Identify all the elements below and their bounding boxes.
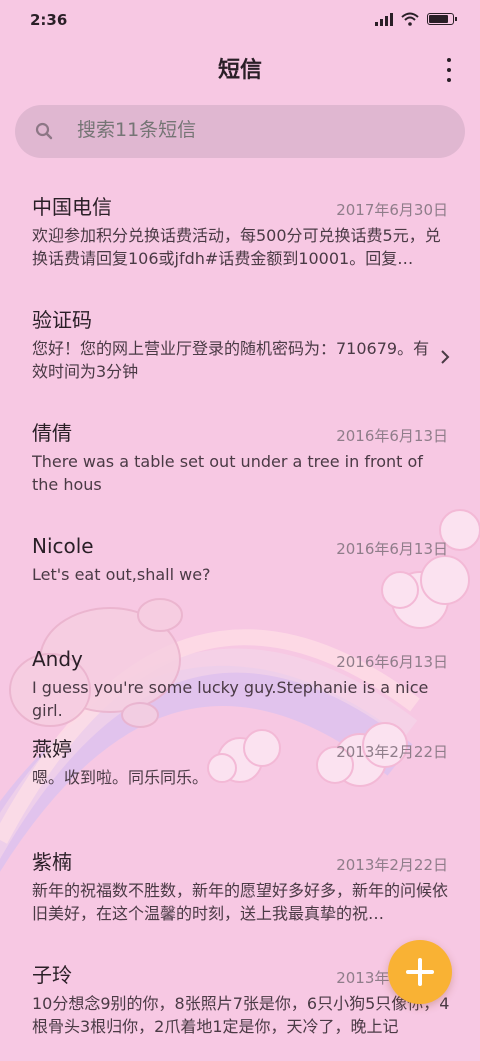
status-icons <box>375 12 457 26</box>
conversation-list: 中国电信 2017年6月30日 欢迎参加积分兑换话费活动，每500分可兑换话费5… <box>0 180 480 1061</box>
message-date: 2016年6月13日 <box>336 653 448 671</box>
search-bar[interactable] <box>15 105 465 158</box>
battery-icon <box>427 13 457 25</box>
conversation-item[interactable]: 燕婷 2013年2月22日 嗯。收到啦。同乐同乐。 <box>0 722 480 835</box>
search-input[interactable] <box>77 119 437 141</box>
message-preview: 欢迎参加积分兑换话费活动，每500分可兑换话费5元，兑换话费请回复106或jfd… <box>32 226 441 268</box>
message-preview: Let's eat out,shall we? <box>32 565 211 584</box>
battery-fill <box>429 15 448 23</box>
message-preview: 新年的祝福数不胜数，新年的愿望好多好多，新年的问候依旧美好，在这个温馨的时刻，送… <box>32 881 449 923</box>
status-bar: 2:36 <box>0 0 480 40</box>
message-date: 2016年6月13日 <box>336 540 448 558</box>
cellular-signal-icon <box>375 12 393 26</box>
conversation-item[interactable]: Andy 2016年6月13日 I guess you're some luck… <box>0 632 480 722</box>
search-icon <box>35 122 53 140</box>
message-preview: 10分想念9别的你，8张照片7张是你，6只小狗5只像你，4根骨头3根归你，2爪着… <box>32 994 450 1036</box>
conversation-item[interactable]: 倩倩 2016年6月13日 There was a table set out … <box>0 406 480 519</box>
new-message-button[interactable] <box>388 940 452 1004</box>
message-preview: I guess you're some lucky guy.Stephanie … <box>32 678 429 720</box>
more-vertical-icon[interactable] <box>446 58 452 82</box>
page-title: 短信 <box>217 58 262 83</box>
message-date: 2013年2月22日 <box>336 743 448 761</box>
message-preview: 您好！您的网上营业厅登录的随机密码为：710679。有效时间为3分钟 <box>32 339 430 381</box>
conversation-item[interactable]: Nicole 2016年6月13日 Let's eat out,shall we… <box>0 519 480 632</box>
status-time: 2:36 <box>30 11 68 29</box>
contact-name: 验证码 <box>32 308 92 332</box>
message-preview: There was a table set out under a tree i… <box>32 452 423 494</box>
message-date: 2013年2月22日 <box>336 856 448 874</box>
message-date: 2016年6月13日 <box>336 427 448 445</box>
wifi-icon <box>401 12 419 26</box>
conversation-item[interactable]: 中国电信 2017年6月30日 欢迎参加积分兑换话费活动，每500分可兑换话费5… <box>0 180 480 293</box>
message-date: 2017年6月30日 <box>336 201 448 219</box>
header: 短信 <box>0 40 480 100</box>
chevron-right-icon <box>441 350 450 364</box>
message-preview: 嗯。收到啦。同乐同乐。 <box>32 768 209 787</box>
conversation-item[interactable]: 紫楠 2013年2月22日 新年的祝福数不胜数，新年的愿望好多好多，新年的问候依… <box>0 835 480 948</box>
conversation-item[interactable]: 验证码 您好！您的网上营业厅登录的随机密码为：710679。有效时间为3分钟 <box>0 293 480 406</box>
